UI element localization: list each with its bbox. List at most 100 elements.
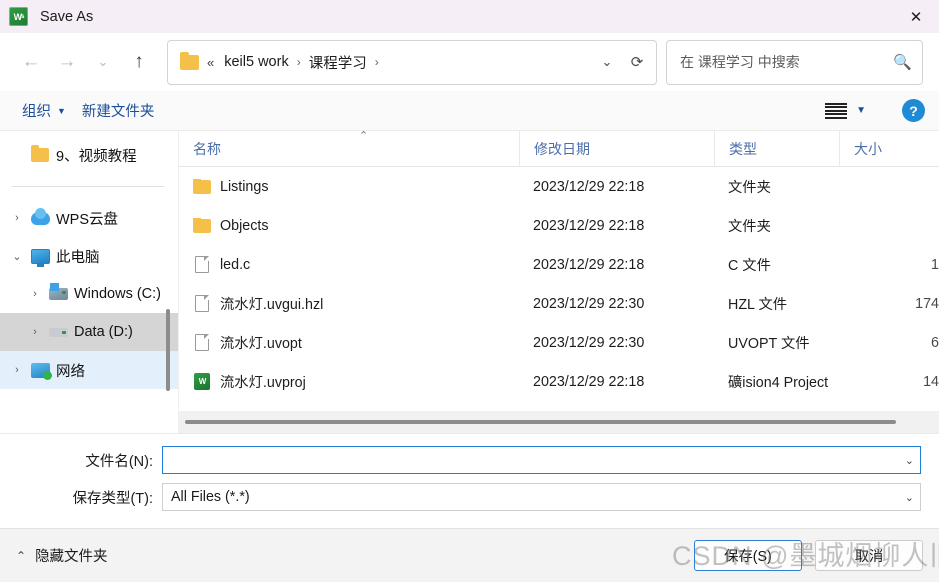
column-headers: 名称 ⌃ 修改日期 类型 大小 (179, 130, 939, 167)
filetype-row: 保存类型(T): All Files (*.*) ⌄ (10, 483, 929, 511)
file-type-cell: 文件夹 (728, 219, 771, 235)
up-button[interactable]: ↑ (121, 45, 157, 79)
close-icon[interactable]: ✕ (893, 0, 939, 33)
chevron-right-icon: › (6, 149, 28, 161)
breadcrumb-item-kechengxuexi[interactable]: 课程学习 (304, 52, 372, 73)
column-header-date[interactable]: 修改日期 (519, 131, 714, 166)
sidebar-item-wps-cloud[interactable]: › WPS云盘 (0, 199, 178, 237)
file-type-cell: HZL 文件 (728, 297, 788, 313)
chevron-down-icon[interactable]: ⌄ (899, 491, 914, 504)
save-button[interactable]: 保存(S) (694, 540, 802, 571)
folder-icon (193, 178, 211, 194)
filename-input[interactable]: ⌄ (162, 446, 921, 474)
title-bar: Ws Save As ✕ (0, 0, 939, 33)
chevron-right-icon[interactable]: › (24, 288, 46, 300)
file-type-cell: UVOPT 文件 (728, 336, 810, 352)
file-date-cell: 2023/12/29 22:30 (533, 295, 645, 312)
help-icon[interactable]: ? (902, 99, 925, 122)
file-date-cell: 2023/12/29 22:18 (533, 178, 645, 195)
table-row[interactable]: Listings 2023/12/29 22:18 文件夹 (179, 167, 939, 206)
table-row[interactable]: 流水灯.uvgui.hzl 2023/12/29 22:30 HZL 文件 17… (179, 284, 939, 323)
back-button[interactable]: ← (13, 45, 49, 79)
file-type-cell: 文件夹 (728, 180, 771, 196)
organize-label: 组织 (22, 104, 51, 120)
search-icon: 🔍 (893, 54, 912, 71)
file-name-label: 流水灯.uvproj (220, 375, 306, 391)
file-name-label: Listings (220, 178, 269, 195)
file-date-cell: 2023/12/29 22:30 (533, 334, 645, 351)
hide-folders-label: 隐藏文件夹 (35, 549, 108, 565)
file-icon (193, 256, 211, 273)
forward-button[interactable]: → (49, 45, 85, 79)
sidebar-scrollbar[interactable] (166, 309, 170, 391)
navigation-bar: ← → ⌄ ↑ « keil5 work › 课程学习 › ⌄ ⟳ 在 课程学习… (0, 33, 939, 91)
view-list-icon[interactable] (825, 102, 848, 119)
sidebar-item-windows-c[interactable]: › Windows (C:) (0, 275, 178, 313)
column-header-type[interactable]: 类型 (714, 131, 839, 166)
hide-folders-button[interactable]: ⌃ 隐藏文件夹 (16, 545, 108, 566)
chevron-right-icon[interactable]: › (24, 326, 46, 338)
sidebar-divider (12, 186, 164, 187)
file-name-label: led.c (220, 256, 251, 273)
file-name-label: 流水灯.uvopt (220, 336, 302, 352)
drive-windows-icon (46, 283, 70, 300)
column-header-name[interactable]: 名称 ⌃ (179, 130, 519, 166)
filename-label: 文件名(N): (85, 453, 153, 470)
network-icon (28, 362, 52, 380)
sidebar-item-label: 此电脑 (56, 249, 100, 266)
file-date-cell: 2023/12/29 22:18 (533, 373, 645, 390)
file-name-cell: Objects (179, 217, 519, 234)
filetype-select[interactable]: All Files (*.*) ⌄ (162, 483, 921, 511)
file-date-cell: 2023/12/29 22:18 (533, 256, 645, 273)
breadcrumb-separator[interactable]: › (294, 55, 304, 69)
chevron-down-icon[interactable]: ⌄ (899, 454, 914, 467)
table-row[interactable]: W 流水灯.uvproj 2023/12/29 22:18 礦ision4 Pr… (179, 362, 939, 401)
folder-icon (28, 145, 52, 162)
table-row[interactable]: led.c 2023/12/29 22:18 C 文件 1 (179, 245, 939, 284)
chevron-down-icon: ▼ (57, 105, 66, 116)
column-header-size[interactable]: 大小 (839, 131, 939, 166)
address-bar[interactable]: « keil5 work › 课程学习 › ⌄ ⟳ (167, 39, 657, 85)
sidebar-item-label: 网络 (56, 363, 85, 380)
file-icon (193, 334, 211, 351)
new-folder-button[interactable]: 新建文件夹 (74, 96, 163, 125)
horizontal-scrollbar[interactable] (179, 411, 939, 433)
sidebar-item-network[interactable]: › 网络 (0, 351, 178, 389)
file-name-cell: W 流水灯.uvproj (179, 371, 519, 392)
sidebar-item-this-pc[interactable]: ⌄ 此电脑 (0, 237, 178, 275)
cancel-button[interactable]: 取消 (815, 540, 923, 571)
sidebar-item-label: Windows (C:) (74, 286, 162, 302)
table-row[interactable]: 流水灯.uvopt 2023/12/29 22:30 UVOPT 文件 6 (179, 323, 939, 362)
search-input[interactable]: 在 课程学习 中搜索 (680, 52, 893, 72)
file-size-cell: 1 (931, 256, 939, 273)
file-date-cell: 2023/12/29 22:18 (533, 217, 645, 234)
recent-locations-button[interactable]: ⌄ (85, 45, 121, 79)
sidebar-item-label: 9、视频教程 (56, 148, 137, 165)
column-header-name-label: 名称 (193, 140, 221, 157)
file-name-cell: 流水灯.uvgui.hzl (179, 293, 519, 314)
chevron-right-icon[interactable]: › (6, 364, 28, 376)
filetype-label: 保存类型(T): (72, 490, 153, 507)
sidebar-item-data-d[interactable]: › Data (D:) (0, 313, 178, 351)
chevron-down-icon[interactable]: ⌄ (6, 250, 28, 263)
filetype-value[interactable]: All Files (*.*) (171, 489, 899, 505)
breadcrumb-overflow[interactable]: « (199, 55, 219, 70)
file-name-cell: led.c (179, 256, 519, 273)
table-row[interactable]: Objects 2023/12/29 22:18 文件夹 (179, 206, 939, 245)
breadcrumb-item-keil5-work[interactable]: keil5 work (219, 54, 293, 70)
file-size-cell: 6 (931, 334, 939, 351)
breadcrumb-separator[interactable]: › (372, 55, 382, 69)
sort-ascending-icon: ⌃ (359, 130, 369, 142)
search-box[interactable]: 在 课程学习 中搜索 🔍 (666, 39, 923, 85)
view-options-chevron-down-icon[interactable]: ▼ (856, 105, 866, 116)
horizontal-scrollbar-thumb[interactable] (185, 420, 896, 424)
sidebar-item-label: WPS云盘 (56, 211, 119, 228)
chevron-right-icon[interactable]: › (6, 212, 28, 224)
refresh-icon[interactable]: ⟳ (622, 46, 652, 78)
chevron-down-icon[interactable]: ⌄ (592, 46, 622, 78)
organize-button[interactable]: 组织 ▼ (14, 96, 74, 125)
dialog-footer: ⌃ 隐藏文件夹 保存(S) 取消 (0, 528, 939, 582)
sidebar-item-video-tutorials[interactable]: › 9、视频教程 (0, 136, 178, 174)
command-toolbar: 组织 ▼ 新建文件夹 ▼ ? (0, 91, 939, 131)
file-size-cell: 14 (923, 373, 939, 390)
